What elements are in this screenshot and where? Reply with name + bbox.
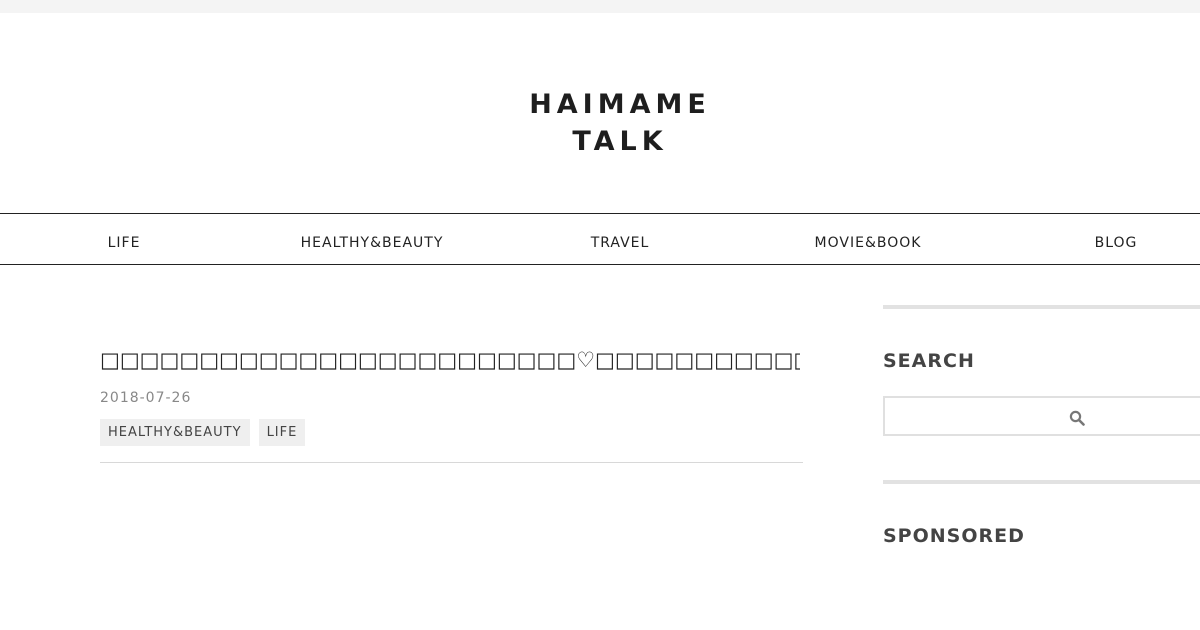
- sidebar-divider: [883, 480, 1200, 484]
- nav-item-life[interactable]: LIFE: [108, 214, 141, 264]
- tag-life[interactable]: LIFE: [258, 419, 306, 446]
- post-date: 2018-07-26: [100, 390, 192, 406]
- sponsored-heading: SPONSORED: [883, 525, 1025, 547]
- nav-item-travel[interactable]: TRAVEL: [591, 214, 650, 264]
- search-icon[interactable]: [1069, 410, 1085, 426]
- tag-healthy-beauty[interactable]: HEALTHY&BEAUTY: [100, 419, 250, 446]
- nav-item-movie-book[interactable]: MOVIE&BOOK: [815, 214, 922, 264]
- post-tags: HEALTHY&BEAUTY LIFE: [100, 419, 306, 446]
- search-heading: SEARCH: [883, 350, 975, 372]
- sidebar-divider: [883, 305, 1200, 309]
- nav-item-blog[interactable]: BLOG: [1095, 214, 1138, 264]
- post-title[interactable]: □□□□□□□□□□□□□□□□□□□□□□□□♡□□□□□□□□□□□□: [100, 348, 800, 372]
- search-input[interactable]: [885, 398, 1200, 434]
- logo-line-1: HAIMAME: [529, 89, 711, 120]
- top-bar: [0, 0, 1200, 13]
- logo-line-2: TALK: [572, 126, 668, 157]
- main-nav: LIFE HEALTHY&BEAUTY TRAVEL MOVIE&BOOK BL…: [0, 213, 1200, 265]
- site-logo[interactable]: HAIMAME TALK: [0, 86, 1200, 160]
- search-box: [883, 396, 1200, 436]
- divider: [100, 462, 803, 463]
- nav-item-healthy-beauty[interactable]: HEALTHY&BEAUTY: [301, 214, 444, 264]
